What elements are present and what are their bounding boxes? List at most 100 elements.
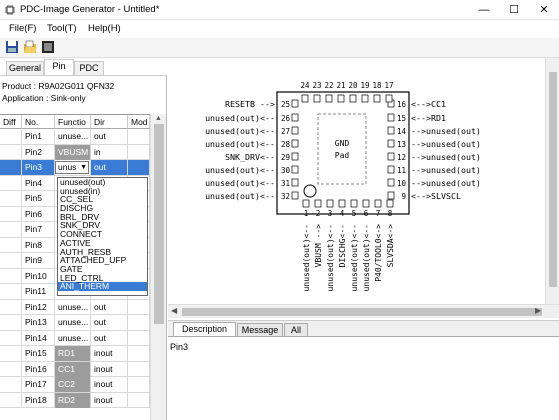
bottom-pin-label[interactable]: unused(out)<-- <box>302 224 311 291</box>
cell-diff[interactable] <box>0 346 22 361</box>
maximize-button[interactable]: ☐ <box>499 0 529 20</box>
cell-diff[interactable] <box>0 237 22 253</box>
left-pin-label[interactable]: unused(out)<-- <box>205 126 275 136</box>
cell-diff[interactable] <box>0 129 22 144</box>
bottom-pin-label[interactable]: DISCHG<-- <box>338 224 347 267</box>
cell-mod[interactable] <box>128 392 150 408</box>
cell-no[interactable]: Pin6 <box>22 206 55 222</box>
right-pin-label[interactable]: <-->SLVSCL <box>411 191 461 201</box>
cell-diff[interactable] <box>0 175 22 191</box>
cell-no[interactable]: Pin3 <box>22 160 55 175</box>
cell-no[interactable]: Pin4 <box>22 175 55 191</box>
chevron-down-icon[interactable]: ▼ <box>80 162 87 173</box>
tab-general[interactable]: General <box>6 61 44 75</box>
bottom-pin-label[interactable]: SLVSDA<-> <box>386 224 395 268</box>
cell-dir[interactable]: inout <box>91 377 128 392</box>
bottom-pin-label[interactable]: unused(out)<-- <box>362 224 371 291</box>
table-row[interactable]: Pin17 CC2 inout <box>0 377 150 393</box>
col-header-function[interactable]: Functio <box>55 115 91 129</box>
cell-dir[interactable]: out <box>91 160 128 175</box>
scroll-thumb[interactable] <box>154 124 164 324</box>
cell-no[interactable]: Pin14 <box>22 330 55 346</box>
close-button[interactable]: ✕ <box>529 0 559 20</box>
tab-all[interactable]: All <box>284 323 308 337</box>
scroll-up-icon[interactable]: ▲ <box>155 115 162 122</box>
cell-mod[interactable] <box>128 377 150 392</box>
diagram-hscroll[interactable]: ◀ ▶ <box>168 304 559 318</box>
cell-diff[interactable] <box>0 253 22 268</box>
cell-no[interactable]: Pin8 <box>22 237 55 253</box>
cell-no[interactable]: Pin10 <box>22 268 55 284</box>
cell-function[interactable]: unuse... <box>55 330 91 346</box>
cell-mod[interactable] <box>128 144 150 160</box>
tab-pin[interactable]: Pin <box>44 59 74 75</box>
right-pin-label[interactable]: -->unused(out) <box>411 165 481 175</box>
table-row[interactable]: Pin2 VBUSM in <box>0 144 150 160</box>
cell-no[interactable]: Pin18 <box>22 392 55 408</box>
cell-no[interactable]: Pin5 <box>22 191 55 206</box>
table-row[interactable]: Pin13 unuse... out <box>0 315 150 331</box>
table-row[interactable]: Pin15 RD1 inout <box>0 346 150 362</box>
tab-description[interactable]: Description <box>173 322 236 337</box>
cell-diff[interactable] <box>0 144 22 160</box>
function-dropdown[interactable]: unused(out) unused(in) CC_SEL DISCHG BRL_DRV… <box>57 177 148 296</box>
cell-diff[interactable] <box>0 299 22 315</box>
right-pin-label[interactable]: -->unused(out) <box>411 139 481 149</box>
save-icon[interactable] <box>5 40 19 54</box>
cell-function[interactable]: RD2 <box>55 392 91 408</box>
cell-mod[interactable] <box>128 361 150 377</box>
cell-diff[interactable] <box>0 330 22 346</box>
cell-no[interactable]: Pin13 <box>22 315 55 330</box>
bottom-pin-label[interactable]: P40/TOOL0<-> <box>374 224 383 282</box>
bottom-pin-label[interactable]: unused(out)<-- <box>350 224 359 291</box>
right-pin-label[interactable]: -->unused(out) <box>411 152 481 162</box>
menu-help[interactable]: Help(H) <box>88 23 121 34</box>
dropdown-option[interactable]: ANI_THERM <box>58 282 147 291</box>
grid-scrollbar[interactable]: ▲ <box>150 114 166 420</box>
left-pin-label[interactable]: unused(out)<-- <box>205 191 275 201</box>
cell-function[interactable]: CC2 <box>55 377 91 392</box>
col-header-dir[interactable]: Dir <box>91 115 128 129</box>
cell-diff[interactable] <box>0 284 22 299</box>
cell-mod[interactable] <box>128 346 150 361</box>
cell-no[interactable]: Pin11 <box>22 284 55 299</box>
cell-function[interactable]: unuse... <box>55 129 91 144</box>
export-icon[interactable] <box>41 40 55 54</box>
table-row[interactable]: Pin14 unuse... out <box>0 330 150 346</box>
bottom-pin-label[interactable]: unused(out)<-- <box>326 224 335 291</box>
open-icon[interactable] <box>23 40 37 54</box>
cell-diff[interactable] <box>0 160 22 175</box>
diagram-vscroll-thumb[interactable] <box>549 72 557 287</box>
cell-diff[interactable] <box>0 315 22 330</box>
cell-function[interactable]: RD1 <box>55 346 91 361</box>
col-header-no[interactable]: No. <box>22 115 55 129</box>
cell-diff[interactable] <box>0 206 22 222</box>
cell-function[interactable]: CC1 <box>55 361 91 377</box>
bottom-pin-label[interactable]: VBUSM --> <box>314 224 323 268</box>
left-pin-label[interactable]: unused(out)<-- <box>205 113 275 123</box>
cell-mod[interactable] <box>128 129 150 144</box>
right-pin-label[interactable]: -->unused(out) <box>411 178 481 188</box>
right-pin-label[interactable]: -->unused(out) <box>411 126 481 136</box>
cell-no[interactable]: Pin2 <box>22 144 55 160</box>
cell-diff[interactable] <box>0 361 22 377</box>
cell-diff[interactable] <box>0 392 22 408</box>
tab-pdc[interactable]: PDC <box>74 61 104 75</box>
left-pin-label[interactable]: SNK_DRV<-- <box>225 152 275 162</box>
table-row[interactable]: Pin16 CC1 inout <box>0 361 150 377</box>
table-row[interactable]: Pin12 unuse... out <box>0 299 150 315</box>
scroll-right-icon[interactable]: ▶ <box>535 306 541 315</box>
cell-no[interactable]: Pin7 <box>22 222 55 237</box>
cell-dir[interactable]: out <box>91 330 128 346</box>
cell-dir[interactable]: out <box>91 299 128 315</box>
cell-function[interactable]: unus ▼ <box>55 160 91 175</box>
cell-diff[interactable] <box>0 268 22 284</box>
cell-dir[interactable]: out <box>91 315 128 330</box>
cell-dir[interactable]: out <box>91 129 128 144</box>
cell-no[interactable]: Pin9 <box>22 253 55 268</box>
cell-mod[interactable] <box>128 160 150 175</box>
cell-mod[interactable] <box>128 299 150 315</box>
table-row[interactable]: Pin18 RD2 inout <box>0 392 150 408</box>
cell-diff[interactable] <box>0 191 22 206</box>
cell-function[interactable]: unuse... <box>55 315 91 330</box>
